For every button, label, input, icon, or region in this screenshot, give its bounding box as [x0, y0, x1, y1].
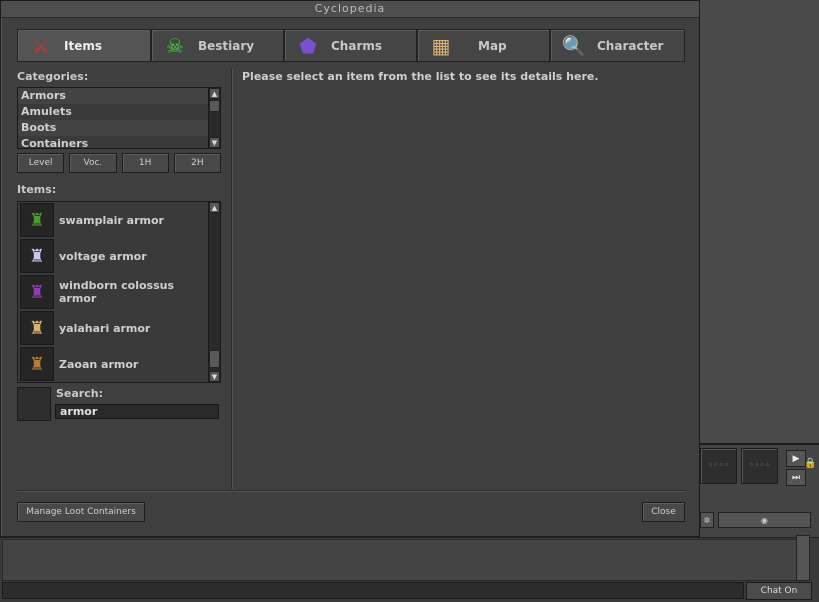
hotkey-slot[interactable]: ◦◦◦◦	[700, 448, 737, 484]
bestiary-icon: ☠	[166, 33, 184, 58]
categories-label: Categories:	[17, 70, 89, 83]
chat-console	[2, 539, 797, 581]
tab-bestiary[interactable]: ☠ Bestiary	[151, 29, 284, 62]
item-name: windborn colossus armor	[59, 279, 175, 305]
scroll-thumb[interactable]	[209, 350, 220, 368]
scroll-thumb[interactable]	[209, 100, 220, 112]
list-item[interactable]: ♜ voltage armor	[20, 239, 210, 273]
scroll-up-icon[interactable]: ▲	[209, 88, 220, 99]
list-item[interactable]: ♜ Zaoan armor	[20, 347, 210, 381]
list-item[interactable]: Amulets	[18, 104, 220, 120]
map-icon: ▦	[431, 33, 451, 58]
cyclopedia-window: Cyclopedia ⚔ Items ☠ Bestiary ⬟ Charms ▦…	[0, 0, 700, 537]
last-icon[interactable]: ⏭	[786, 469, 806, 486]
charms-icon: ⬟	[299, 33, 317, 58]
search-label: Search:	[56, 387, 103, 400]
items-scrollbar[interactable]: ▲ ▼	[208, 202, 220, 382]
mini-toolbar: ✲ ◉	[700, 512, 811, 528]
list-item[interactable]: ♜ swamplair armor	[20, 203, 210, 237]
filter-buttons: Level Voc. 1H 2H	[17, 153, 221, 173]
window-title: Cyclopedia	[1, 1, 699, 18]
chat-input[interactable]	[2, 582, 744, 599]
settings-icon[interactable]: ✲	[700, 512, 714, 528]
eye-icon[interactable]: ◉	[717, 512, 811, 528]
hotkey-slots: ◦◦◦◦ ◦◦◦◦	[700, 448, 782, 484]
tab-charms[interactable]: ⬟ Charms	[284, 29, 417, 62]
tab-bar: ⚔ Items ☠ Bestiary ⬟ Charms ▦ Map 🔍 Char…	[17, 29, 685, 63]
tab-character[interactable]: 🔍 Character	[550, 29, 685, 62]
lock-icon[interactable]: 🔒	[804, 458, 816, 472]
tab-label: Map	[478, 38, 507, 53]
chat-toggle-button[interactable]: Chat On	[746, 582, 812, 600]
character-icon: 🔍	[561, 33, 587, 58]
voltage-armor-icon: ♜	[20, 239, 54, 273]
scroll-up-icon[interactable]: ▲	[209, 202, 220, 213]
categories-scrollbar[interactable]: ▲ ▼	[208, 88, 220, 148]
scroll-down-icon[interactable]: ▼	[209, 137, 220, 148]
list-item[interactable]: ♜ windborn colossus armor	[20, 275, 210, 309]
slot-nav: ▶ ⏭	[786, 450, 806, 488]
game-panel-area	[700, 0, 819, 445]
tab-label: Character	[597, 38, 664, 53]
game-side-panel	[699, 0, 819, 601]
categories-list: Armors Amulets Boots Containers ▲ ▼	[17, 87, 221, 149]
list-item[interactable]: ♜ yalahari armor	[20, 311, 210, 345]
yalahari-armor-icon: ♜	[20, 311, 54, 345]
manage-loot-containers-button[interactable]: Manage Loot Containers	[17, 502, 145, 522]
filter-2h-button[interactable]: 2H	[173, 153, 221, 173]
item-name: Zaoan armor	[59, 357, 139, 371]
scroll-down-icon[interactable]: ▼	[209, 371, 220, 382]
tab-label: Items	[64, 38, 102, 53]
item-name: voltage armor	[59, 249, 147, 263]
next-icon[interactable]: ▶	[786, 450, 806, 467]
search-item-preview	[17, 387, 51, 421]
close-button[interactable]: Close	[642, 502, 685, 522]
windborn-colossus-armor-icon: ♜	[20, 275, 54, 309]
filter-level-button[interactable]: Level	[17, 153, 65, 173]
item-name: yalahari armor	[59, 321, 151, 335]
list-item[interactable]: Boots	[18, 120, 220, 136]
chat-scrollbar[interactable]	[796, 535, 810, 581]
swamplair-armor-icon: ♜	[20, 203, 54, 237]
tab-items[interactable]: ⚔ Items	[17, 29, 151, 62]
zaoan-armor-icon: ♜	[20, 347, 54, 381]
list-item[interactable]: Containers	[18, 136, 220, 148]
search-input[interactable]: armor	[55, 404, 219, 419]
hotkey-slot[interactable]: ◦◦◦◦	[741, 448, 778, 484]
items-list: ♜ swamplair armor ♜ voltage armor ♜ wind…	[17, 201, 221, 383]
details-message: Please select an item from the list to s…	[242, 70, 599, 83]
tab-label: Bestiary	[198, 38, 255, 53]
items-label: Items:	[17, 183, 57, 196]
footer-divider	[17, 490, 685, 491]
filter-1h-button[interactable]: 1H	[121, 153, 169, 173]
filter-vocation-button[interactable]: Voc.	[69, 153, 117, 173]
panel-divider	[231, 69, 232, 489]
tab-map[interactable]: ▦ Map	[417, 29, 550, 62]
list-item[interactable]: Armors	[18, 88, 220, 104]
tab-label: Charms	[331, 38, 383, 53]
items-icon: ⚔	[32, 33, 50, 58]
item-name: swamplair armor	[59, 213, 164, 227]
